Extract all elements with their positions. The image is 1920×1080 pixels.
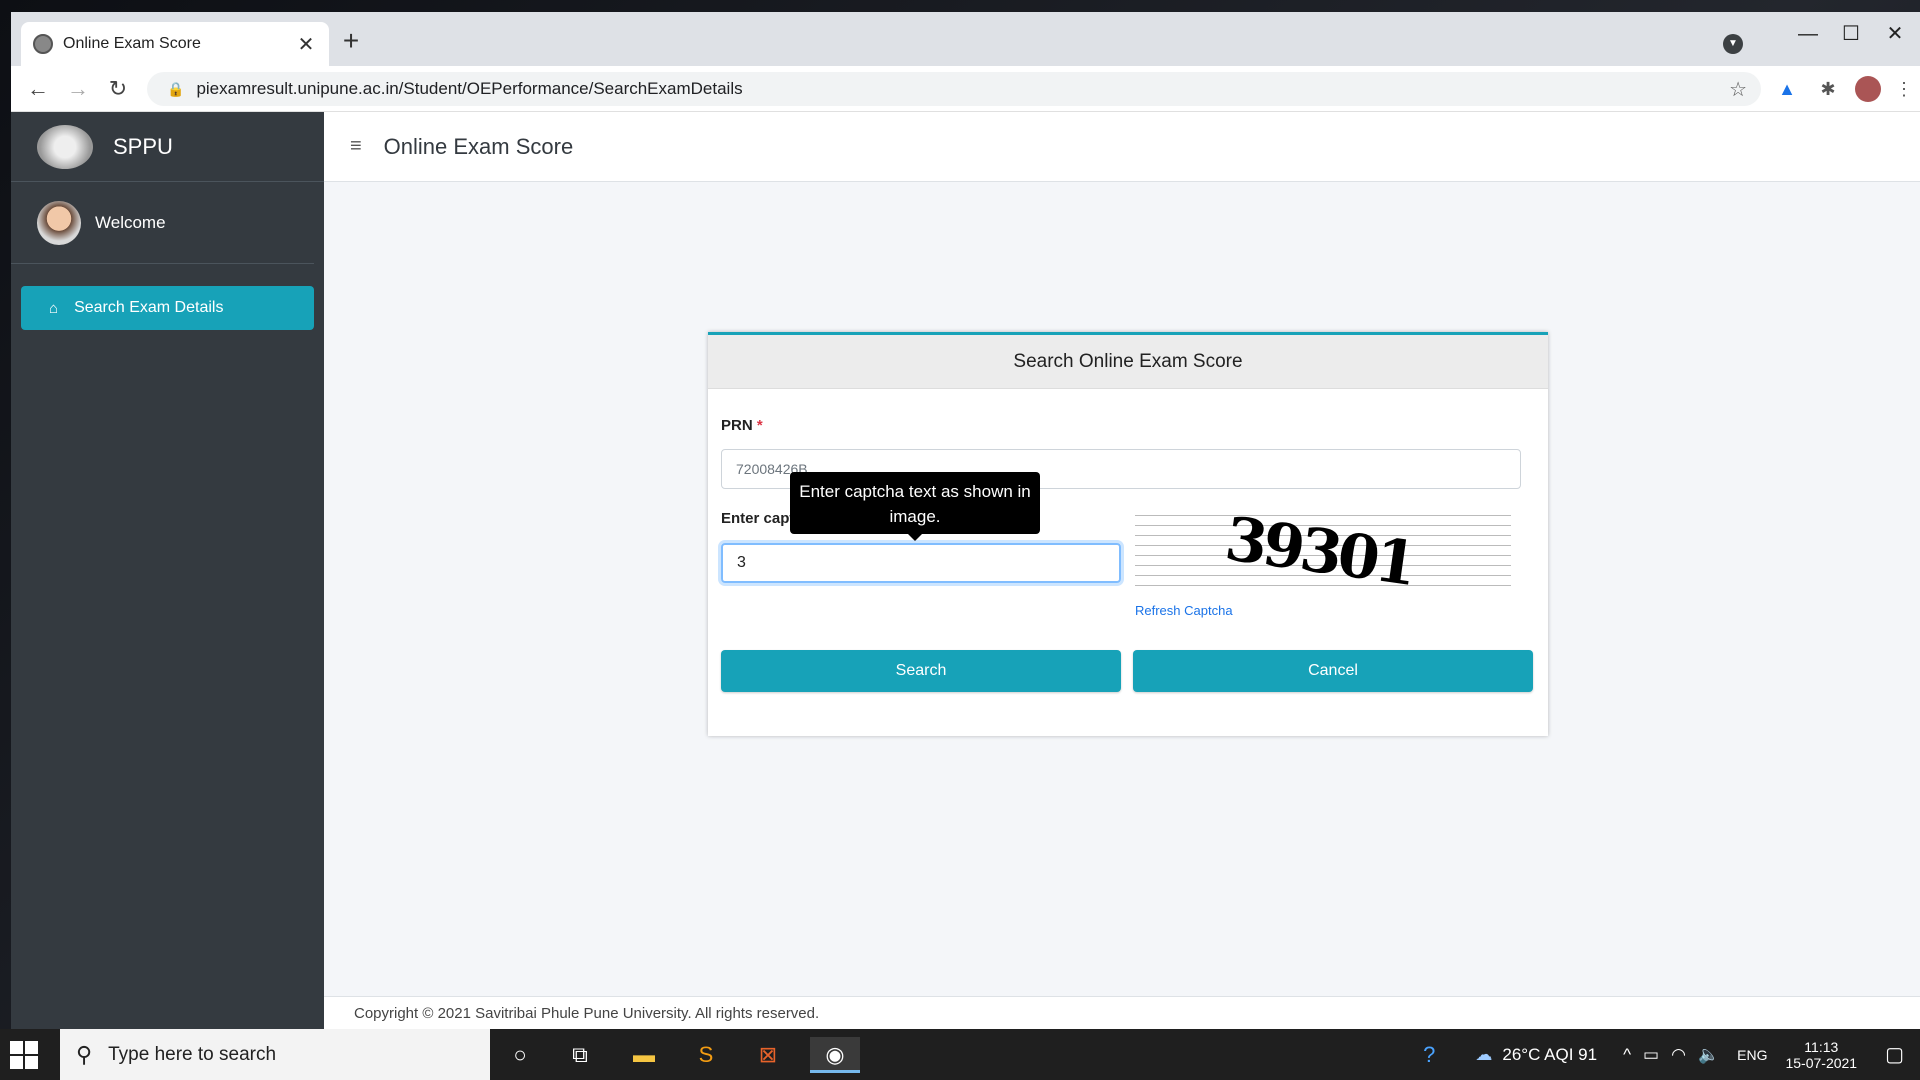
tooltip-arrow [908, 534, 922, 541]
language-indicator[interactable]: ENG [1737, 1047, 1767, 1063]
page-title: Online Exam Score [383, 133, 574, 159]
address-bar[interactable]: 🔒 piexamresult.unipune.ac.in/Student/OEP… [147, 72, 1761, 106]
windows-start-icon[interactable] [10, 1041, 38, 1069]
url-text: piexamresult.unipune.ac.in/Student/OEPer… [196, 79, 743, 98]
hamburger-menu-icon[interactable]: ≡ [350, 135, 362, 158]
tab-close-icon[interactable]: ✕ [295, 32, 317, 57]
home-icon: ⌂ [49, 299, 59, 317]
page-content: SPPU Welcome ⌂ Search Exam Details ≡ Onl… [11, 112, 1920, 1029]
page-header: ≡ Online Exam Score [324, 112, 1920, 182]
extension-icon[interactable]: ▲ [1774, 76, 1800, 102]
sublime-text-icon[interactable]: S [686, 1037, 726, 1073]
user-avatar [37, 200, 81, 245]
tab-online-exam-score[interactable]: Online Exam Score ✕ [21, 22, 329, 66]
user-panel: Welcome [11, 182, 314, 264]
extensions-puzzle-icon[interactable]: ✱ [1815, 76, 1841, 102]
welcome-text: Welcome [95, 212, 166, 232]
wifi-icon[interactable]: ◠ [1671, 1045, 1686, 1065]
taskbar-search-placeholder: Type here to search [108, 1043, 277, 1065]
brand[interactable]: SPPU [11, 112, 324, 182]
tooltip-text: Enter captcha text as shown in image. [799, 482, 1031, 526]
forward-arrow-icon[interactable]: → [63, 74, 93, 104]
show-hidden-icons-icon[interactable]: ^ [1623, 1045, 1631, 1065]
system-tray: ? ☁ 26°C AQI 91 ^ ▭ ◠ 🔈 ENG 11:13 15-07-… [1423, 1029, 1920, 1080]
tab-strip: Online Exam Score ✕ + ▼ — ☐ ✕ [11, 12, 1920, 66]
help-icon[interactable]: ? [1423, 1042, 1435, 1068]
search-icon: ⚲ [76, 1041, 93, 1067]
notifications-icon[interactable]: ▢ [1885, 1042, 1904, 1067]
refresh-captcha-link[interactable]: Refresh Captcha [1135, 603, 1233, 618]
windows-taskbar: ⚲ Type here to search ○ ⧉ ▬ S ⊠ ◉ ? ☁ 26… [0, 1029, 1920, 1080]
tab-title: Online Exam Score [63, 35, 201, 52]
cortana-icon[interactable]: ○ [500, 1037, 540, 1073]
bookmark-star-icon[interactable]: ☆ [1729, 77, 1747, 102]
back-arrow-icon[interactable]: ← [23, 74, 53, 104]
volume-icon[interactable]: 🔈 [1698, 1045, 1719, 1065]
captcha-tooltip: Enter captcha text as shown in image. [790, 472, 1040, 541]
search-button[interactable]: Search [721, 650, 1121, 692]
minimize-button[interactable]: — [1785, 20, 1831, 48]
card-title: Search Online Exam Score [708, 335, 1548, 389]
browser-window: Online Exam Score ✕ + ▼ — ☐ ✕ ← → ↻ 🔒 pi… [11, 12, 1920, 1029]
reload-icon[interactable]: ↻ [103, 74, 133, 104]
profile-avatar-icon[interactable] [1855, 76, 1881, 102]
sidebar: SPPU Welcome ⌂ Search Exam Details [11, 112, 324, 1029]
site-favicon-icon [33, 34, 53, 54]
file-explorer-icon[interactable]: ▬ [624, 1037, 664, 1073]
prn-label: PRN * [721, 417, 763, 434]
close-window-button[interactable]: ✕ [1872, 20, 1918, 48]
weather-text[interactable]: 26°C AQI 91 [1502, 1045, 1597, 1065]
brand-name: SPPU [113, 133, 173, 159]
new-tab-button[interactable]: + [335, 26, 367, 58]
clock[interactable]: 11:13 15-07-2021 [1785, 1039, 1857, 1071]
maximize-button[interactable]: ☐ [1828, 20, 1874, 48]
battery-icon[interactable]: ▭ [1643, 1045, 1659, 1065]
search-form-card: Search Online Exam Score PRN * 72008426B… [708, 332, 1548, 736]
captcha-image-text: 39301 [1221, 509, 1418, 595]
browser-toolbar: ← → ↻ 🔒 piexamresult.unipune.ac.in/Stude… [11, 66, 1920, 112]
tab-search-icon[interactable]: ▼ [1723, 34, 1743, 54]
sidebar-item-search-exam-details[interactable]: ⌂ Search Exam Details [21, 286, 314, 330]
task-view-icon[interactable]: ⧉ [560, 1037, 600, 1073]
page-footer: Copyright © 2021 Savitribai Phule Pune U… [324, 996, 1920, 1029]
clock-time: 11:13 [1804, 1038, 1839, 1055]
cancel-button[interactable]: Cancel [1133, 650, 1533, 692]
captcha-input[interactable]: 3 [721, 543, 1121, 583]
xampp-icon[interactable]: ⊠ [748, 1037, 788, 1073]
sidebar-item-label: Search Exam Details [74, 299, 224, 316]
weather-icon: ☁ [1475, 1044, 1493, 1064]
captcha-image: 39301 [1135, 509, 1511, 595]
taskbar-search-box[interactable]: ⚲ Type here to search [60, 1029, 490, 1080]
chrome-taskbar-icon[interactable]: ◉ [810, 1037, 860, 1073]
browser-menu-icon[interactable]: ⋮ [1891, 76, 1917, 102]
lock-icon: 🔒 [167, 80, 185, 97]
clock-date: 15-07-2021 [1785, 1054, 1858, 1071]
university-logo-icon [37, 124, 93, 169]
